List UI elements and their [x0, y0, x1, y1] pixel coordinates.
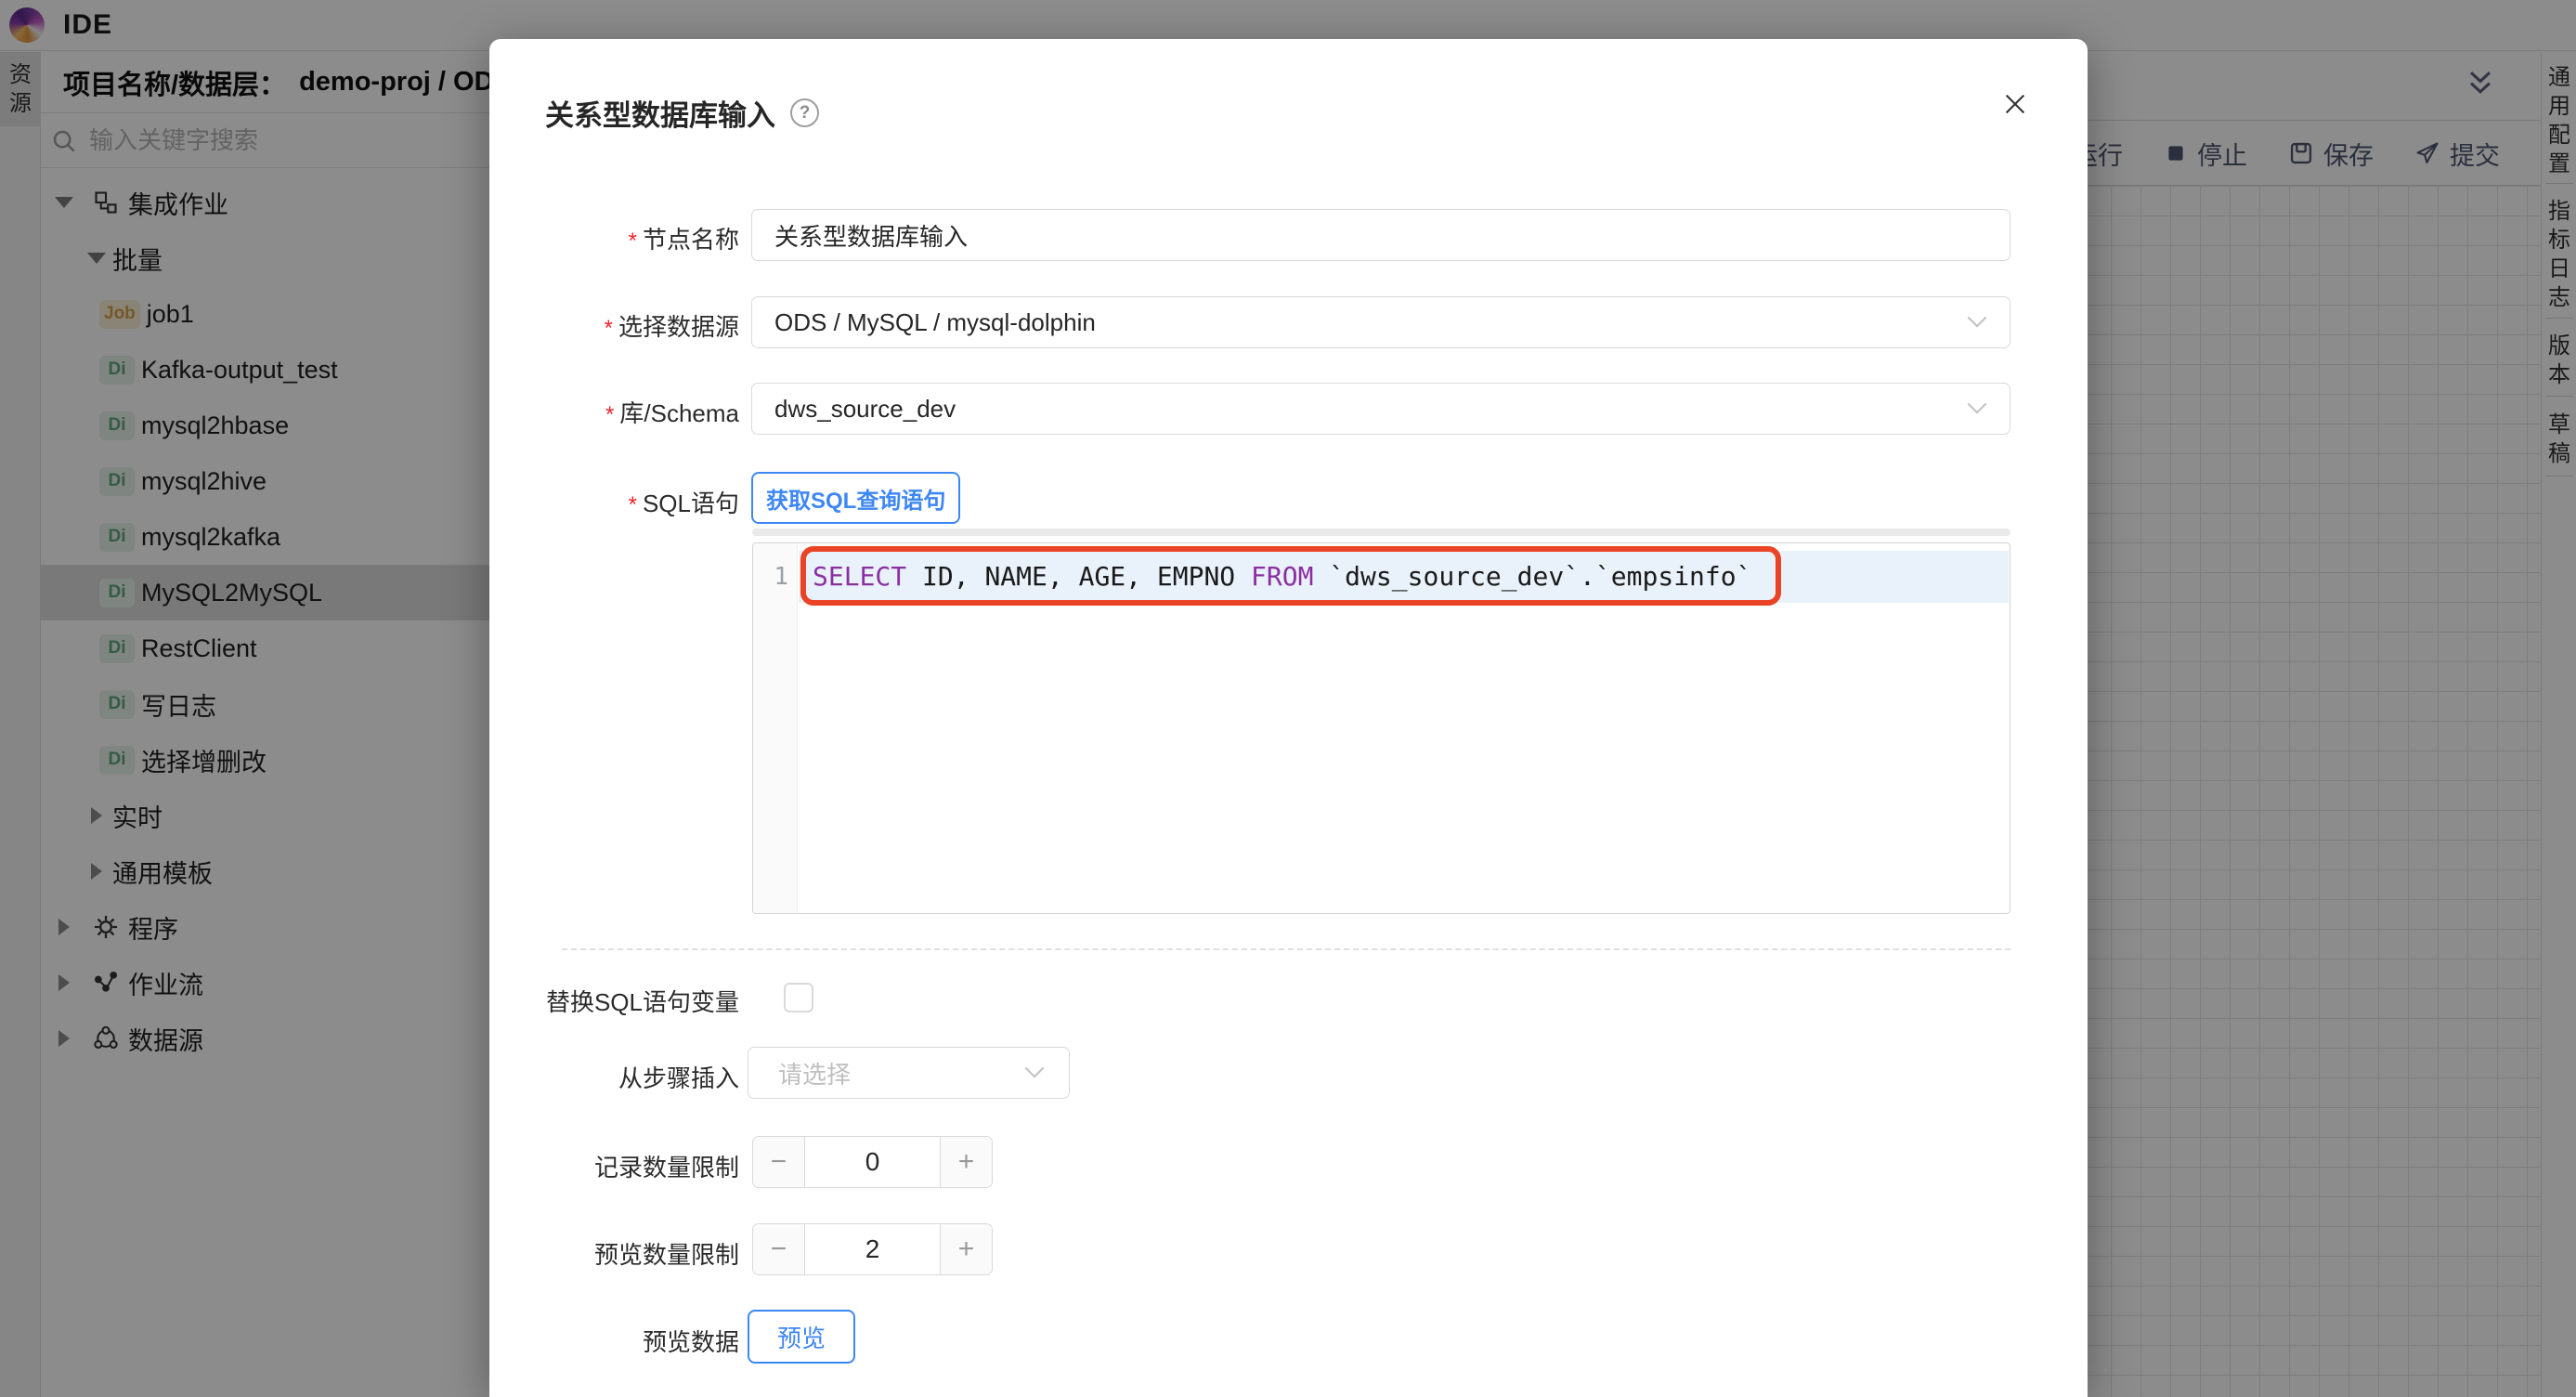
- preview-limit-label: 预览数量限制: [489, 1236, 739, 1271]
- plus-button[interactable]: +: [940, 1224, 992, 1274]
- line-number: 1: [753, 551, 788, 603]
- preview-data-label: 预览数据: [489, 1324, 739, 1358]
- datasource-value: ODS / MySQL / mysql-dolphin: [774, 308, 1096, 337]
- sql-code-line: SELECT ID, NAME, AGE, EMPNO FROM `dws_so…: [813, 551, 1751, 603]
- dialog-title: 关系型数据库输入: [545, 92, 775, 134]
- help-icon[interactable]: ?: [790, 98, 819, 127]
- preview-limit-value[interactable]: 2: [805, 1224, 940, 1274]
- section-divider: [562, 948, 2010, 950]
- node-name-input[interactable]: [751, 209, 2010, 261]
- editor-scrollbar[interactable]: [752, 529, 2010, 536]
- replace-vars-checkbox[interactable]: [784, 983, 813, 1012]
- node-name-label: *节点名称: [489, 221, 739, 255]
- record-limit-value[interactable]: 0: [805, 1137, 940, 1187]
- chevron-down-icon: [1024, 1066, 1045, 1079]
- minus-button[interactable]: −: [753, 1137, 805, 1187]
- insert-step-label: 从步骤插入: [489, 1060, 739, 1094]
- insert-step-select[interactable]: 请选择: [748, 1047, 1070, 1099]
- record-limit-stepper: − 0 +: [752, 1136, 993, 1188]
- minus-button[interactable]: −: [753, 1224, 805, 1274]
- sql-editor[interactable]: 1 SELECT ID, NAME, AGE, EMPNO FROM `dws_…: [752, 542, 2010, 914]
- relational-db-input-dialog: 关系型数据库输入 ? *节点名称 *选择数据源 ODS / MySQL / my…: [489, 39, 2088, 1397]
- sql-label: *SQL语句: [489, 485, 739, 519]
- chevron-down-icon: [1967, 402, 1987, 415]
- datasource-label: *选择数据源: [489, 308, 739, 343]
- preview-limit-stepper: − 2 +: [752, 1223, 993, 1275]
- chevron-down-icon: [1967, 316, 1987, 329]
- close-icon[interactable]: [2002, 91, 2028, 117]
- plus-button[interactable]: +: [940, 1137, 992, 1187]
- replace-vars-label: 替换SQL语句变量: [489, 984, 739, 1018]
- datasource-select[interactable]: ODS / MySQL / mysql-dolphin: [751, 296, 2010, 348]
- schema-value: dws_source_dev: [774, 395, 956, 424]
- record-limit-label: 记录数量限制: [489, 1149, 739, 1183]
- schema-select[interactable]: dws_source_dev: [751, 383, 2010, 435]
- get-sql-button[interactable]: 获取SQL查询语句: [751, 472, 960, 524]
- insert-step-placeholder: 请选择: [778, 1056, 851, 1090]
- preview-button[interactable]: 预览: [748, 1310, 855, 1364]
- schema-label: *库/Schema: [489, 395, 739, 429]
